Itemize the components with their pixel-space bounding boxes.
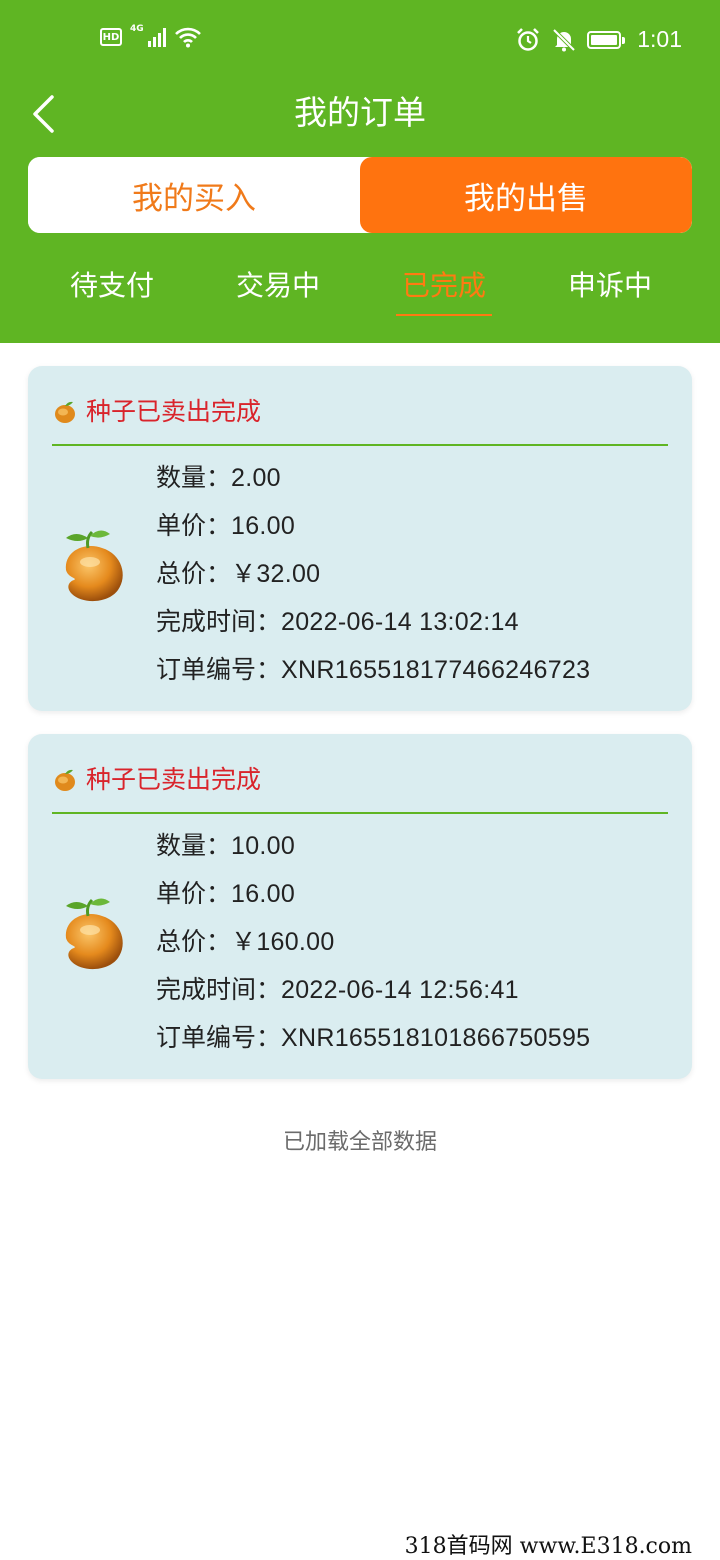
field-completed-time: 完成时间：2022-06-14 12:56:41 [156, 975, 519, 1004]
status-left: HD 4G [100, 24, 202, 48]
page-title: 我的订单 [294, 93, 426, 132]
segment-my-buys[interactable]: 我的买入 [28, 157, 360, 233]
unit-price-value: 16.00 [231, 880, 296, 908]
clock: 1:01 [637, 26, 682, 52]
field-unit-price: 单价：16.00 [156, 511, 296, 540]
total-value: ￥32.00 [231, 560, 321, 588]
segment-control: 我的买入 我的出售 [28, 157, 692, 233]
wifi-icon [174, 27, 201, 48]
tab-pending-payment[interactable]: 待支付 [70, 258, 154, 318]
seed-image [65, 898, 123, 970]
unit-price-value: 16.00 [231, 512, 296, 540]
quantity-value: 2.00 [231, 464, 281, 492]
order-card-header: 种子已卖出完成 [52, 762, 668, 814]
seed-icon [55, 769, 75, 791]
total-value: ￥160.00 [231, 928, 335, 956]
bell-muted-icon [552, 28, 576, 51]
order-status: 种子已卖出完成 [86, 765, 262, 794]
field-quantity: 数量：2.00 [156, 463, 281, 492]
status-tabs: 待支付 交易中 已完成 申诉中 [0, 258, 720, 318]
load-complete-note: 已加载全部数据 [282, 1130, 437, 1155]
field-order-number: 订单编号：XNR165518101866750595 [156, 1023, 591, 1052]
network-type: 4G [130, 24, 144, 34]
seed-icon [55, 401, 75, 423]
order-fields: 数量：2.00 单价：16.00 总价：￥32.00 完成时间：2022-06-… [156, 454, 590, 694]
header: HD 4G 1:01 我的订单 我的买入 我的出售 待支付 交易中 已完成 申诉… [0, 0, 720, 343]
status-right: 1:01 [515, 26, 682, 53]
field-order-number: 订单编号：XNR165518177466246723 [156, 655, 591, 684]
field-completed-time: 完成时间：2022-06-14 13:02:14 [156, 607, 519, 636]
watermark: 318首码网 www.E318.com [404, 1534, 692, 1559]
status-bar: HD 4G 1:01 [0, 0, 720, 84]
seed-image [65, 530, 123, 602]
field-quantity: 数量：10.00 [156, 831, 296, 860]
field-total: 总价：￥160.00 [156, 927, 335, 956]
alarm-icon [517, 27, 540, 51]
order-status: 种子已卖出完成 [86, 397, 262, 426]
order-fields: 数量：10.00 单价：16.00 总价：￥160.00 完成时间：2022-0… [156, 822, 590, 1062]
tab-in-trade[interactable]: 交易中 [236, 258, 320, 318]
segment-my-sales[interactable]: 我的出售 [360, 157, 692, 233]
completed-time-value: 2022-06-14 13:02:14 [281, 608, 519, 636]
order-number-value: XNR165518177466246723 [281, 656, 591, 684]
completed-time-value: 2022-06-14 12:56:41 [281, 976, 519, 1004]
battery-icon [587, 30, 626, 49]
order-card[interactable]: 种子已卖出完成 数量：2.00 单价：16.00 总价：￥32.00 完成时间：… [28, 366, 692, 711]
order-card-header: 种子已卖出完成 [52, 394, 668, 446]
signal-icon [147, 27, 166, 47]
hd-icon: HD [100, 28, 122, 46]
quantity-value: 10.00 [231, 832, 296, 860]
tab-appeal[interactable]: 申诉中 [568, 258, 652, 318]
field-total: 总价：￥32.00 [156, 559, 321, 588]
tab-completed[interactable]: 已完成 [395, 258, 493, 318]
order-number-value: XNR165518101866750595 [281, 1024, 591, 1052]
order-card[interactable]: 种子已卖出完成 数量：10.00 单价：16.00 总价：￥160.00 完成时… [28, 734, 692, 1079]
field-unit-price: 单价：16.00 [156, 879, 296, 908]
